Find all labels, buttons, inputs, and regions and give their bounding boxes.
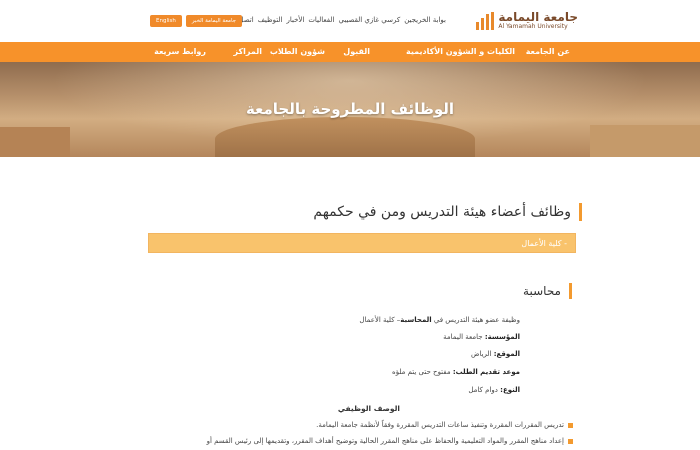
hero-building-right (590, 125, 700, 157)
logo-mark-icon (476, 11, 495, 30)
job-type-line: النوع: دوام كامل (468, 386, 520, 394)
top-buttons: English جامعة اليمامة الخبر (150, 15, 243, 27)
khobar-campus-button[interactable]: جامعة اليمامة الخبر (185, 15, 243, 27)
logo-arabic-text: جامعة اليمامة (498, 10, 578, 24)
organization-line: المؤسسة: جامعة اليمامة (443, 333, 520, 341)
nav-admission[interactable]: القبول (343, 47, 370, 56)
page-title: الوظائف المطروحة بالجامعة (245, 100, 455, 118)
university-logo[interactable]: جامعة اليمامة Al Yamamah University (476, 11, 578, 30)
hero-building-center (215, 117, 475, 157)
job-description-line: وظيفة عضو هيئة التدريس في المحاسبة– كلية… (359, 316, 520, 324)
bullet-square-icon (568, 438, 573, 444)
hero-banner: الوظائف المطروحة بالجامعة (0, 62, 700, 157)
job-title: محاسبة (523, 283, 572, 299)
list-item: تدريس المقررات المقررة وتنفيذ ساعات التد… (316, 421, 573, 429)
top-link-alumni[interactable]: بوابة الخريجين (404, 16, 446, 24)
nav-quick-links[interactable]: روابط سريعة (154, 47, 206, 56)
top-bar: جامعة اليمامة Al Yamamah University بواب… (0, 0, 700, 42)
top-link-events[interactable]: الفعاليات (308, 16, 334, 24)
hero-building-left (0, 127, 70, 157)
list-item: إعداد مناهج المقرر والمواد التعليمية وال… (207, 437, 573, 445)
deadline-line: موعد تقديم الطلب: مفتوح حتى يتم ملؤه (392, 368, 520, 376)
section-title: وظائف أعضاء هيئة التدريس ومن في حكمهم (313, 203, 582, 221)
top-link-ghazi-chair[interactable]: كرسي غازي القصيبي (338, 16, 400, 24)
main-nav: عن الجامعة الكليات و الشؤون الأكاديمية ا… (0, 42, 700, 62)
top-link-jobs[interactable]: التوظيف (258, 16, 283, 24)
nav-about[interactable]: عن الجامعة (526, 47, 570, 56)
bullet-square-icon (568, 422, 573, 428)
location-line: الموقع: الرياض (471, 350, 520, 358)
top-link-news[interactable]: الأخبار (286, 16, 304, 24)
nav-colleges[interactable]: الكليات و الشؤون الأكاديمية (406, 47, 515, 56)
duties-heading: الوصف الوظيفي (337, 404, 400, 413)
accordion-business-college[interactable]: - كلية الأعمال (148, 233, 576, 253)
logo-english-text: Al Yamamah University (498, 23, 568, 30)
english-button[interactable]: English (150, 15, 182, 27)
top-links: بوابة الخريجين كرسي غازي القصيبي الفعالي… (230, 16, 446, 24)
nav-student-affairs[interactable]: شؤون الطلاب (270, 47, 325, 56)
accordion-label: - كلية الأعمال (521, 239, 567, 248)
nav-centers[interactable]: المراكز (234, 47, 262, 56)
